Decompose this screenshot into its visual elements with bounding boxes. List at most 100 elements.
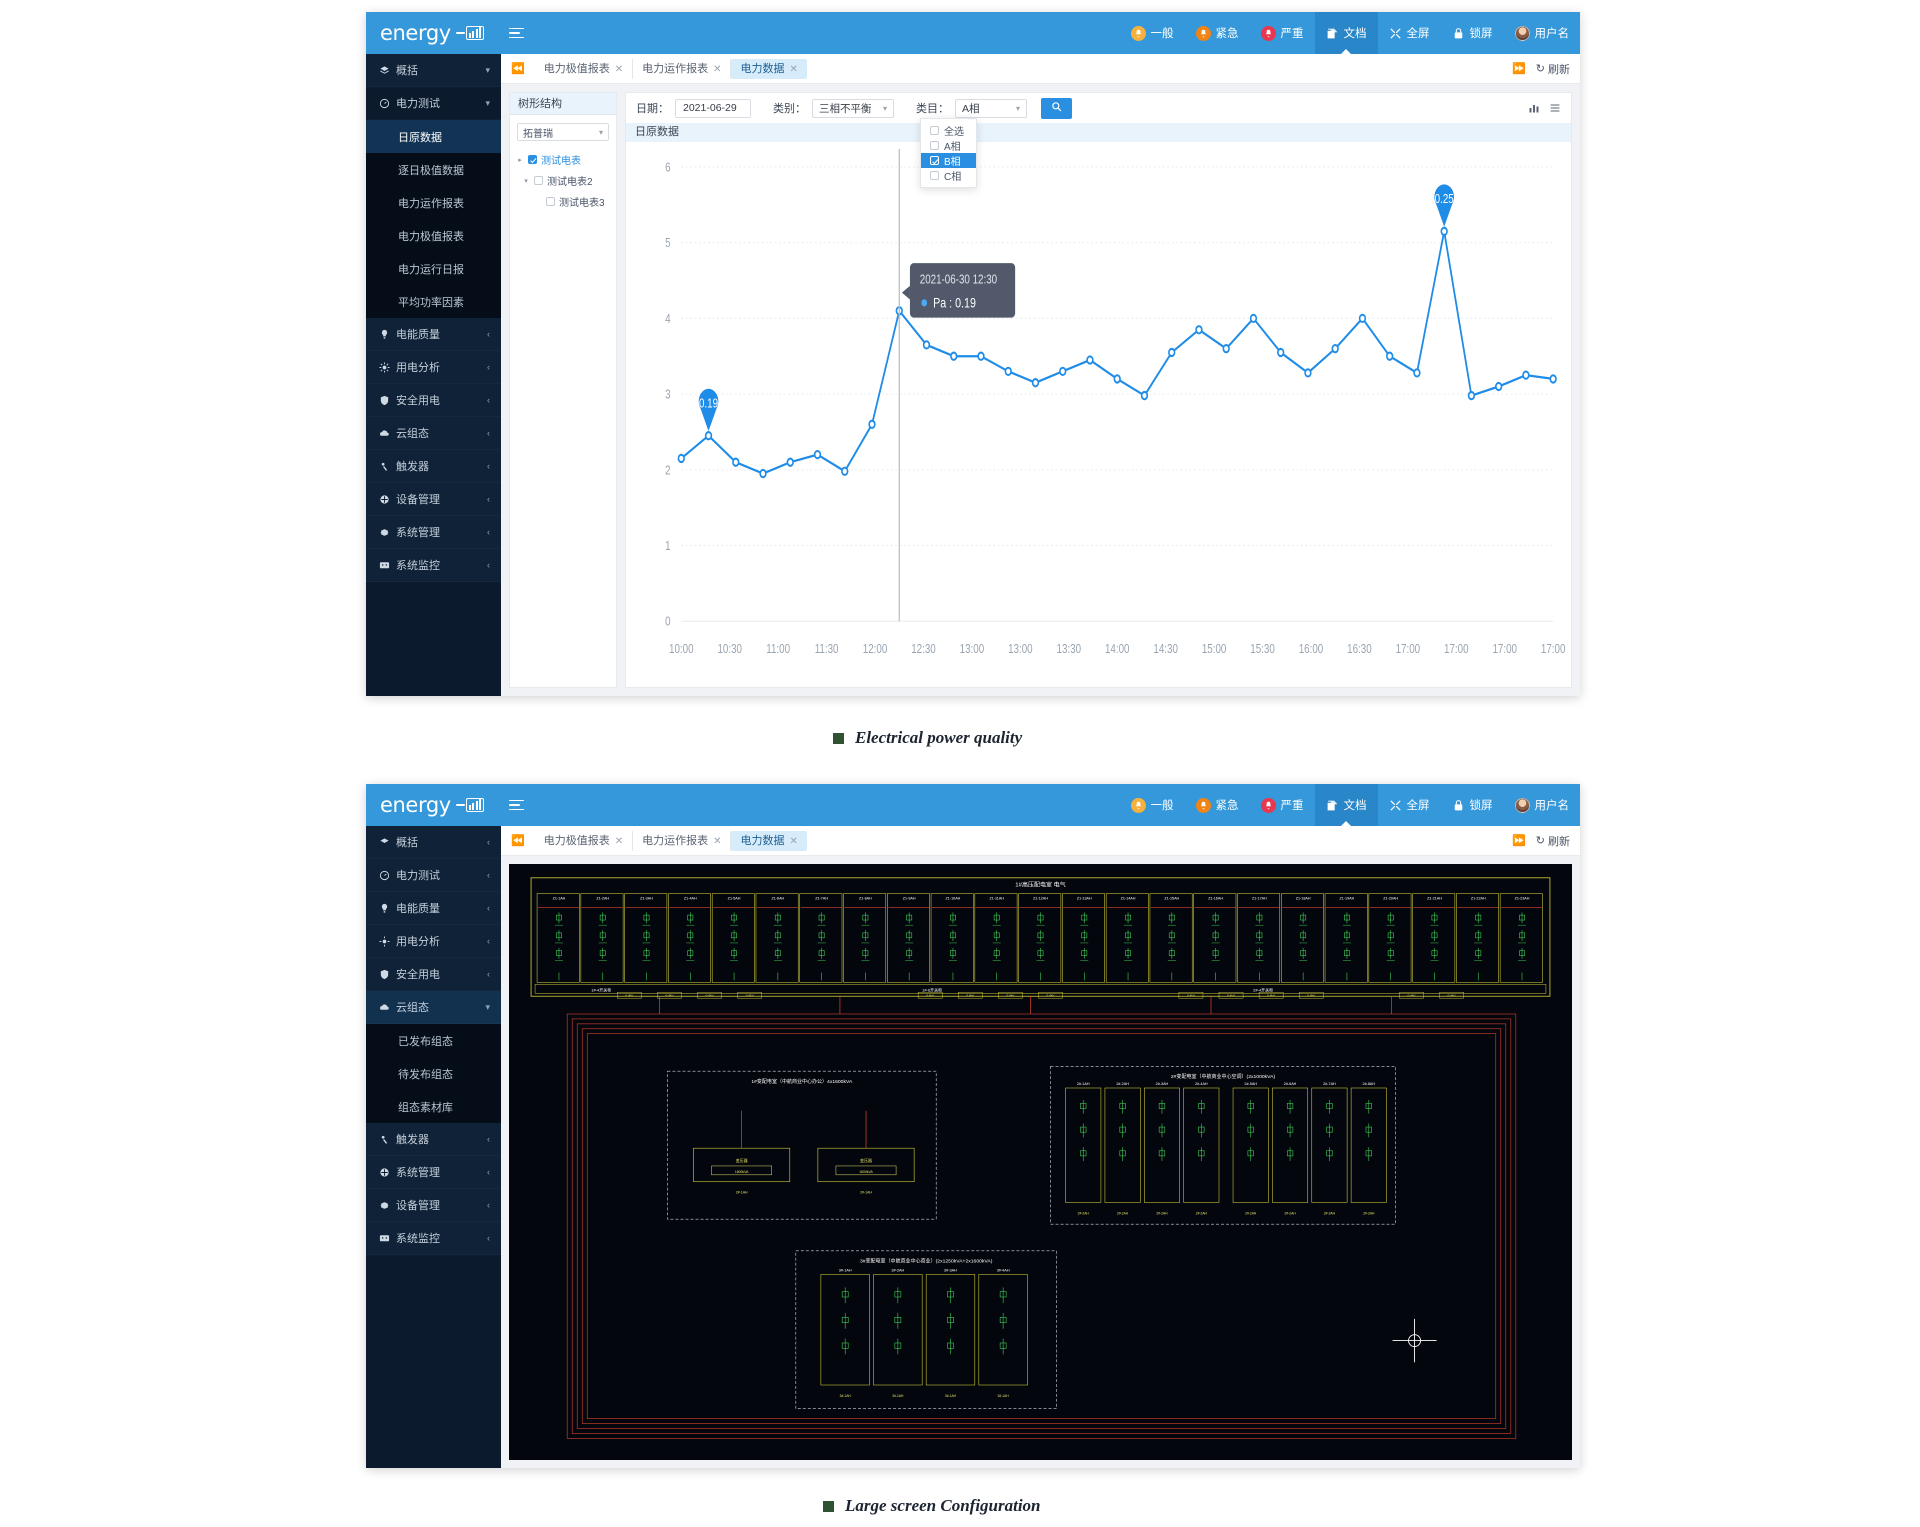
sidebar-subitem-published-config[interactable]: 已发布组态 xyxy=(366,1024,501,1057)
svg-text:Z1-22AH: Z1-22AH xyxy=(1471,897,1486,901)
nav-alert-urgent[interactable]: 紧急 xyxy=(1185,784,1250,826)
sidebar-item-power-test[interactable]: 电力测试 ‹ xyxy=(366,859,501,892)
close-icon[interactable]: ✕ xyxy=(789,836,797,847)
nav-user[interactable]: 用户名 xyxy=(1504,784,1581,826)
search-button[interactable] xyxy=(1041,97,1072,119)
dropdown-option-all[interactable]: 全选 xyxy=(921,123,976,138)
nav-alert-normal[interactable]: 一般 xyxy=(1120,784,1185,826)
refresh-button[interactable]: ↻ 刷新 xyxy=(1536,61,1570,77)
nav-alert-urgent[interactable]: 紧急 xyxy=(1185,12,1250,54)
close-icon[interactable]: ✕ xyxy=(615,836,623,847)
sidebar-subitem-pending-config[interactable]: 待发布组态 xyxy=(366,1057,501,1090)
sidebar-item-cloud-configuration[interactable]: 云组态 ‹ xyxy=(366,417,501,450)
nav-lock-screen[interactable]: 锁屏 xyxy=(1441,12,1504,54)
close-icon[interactable]: ✕ xyxy=(713,64,721,75)
sidebar-item-power-quality[interactable]: 电能质量 ‹ xyxy=(366,892,501,925)
sidebar-item-safe-electricity[interactable]: 安全用电 ‹ xyxy=(366,958,501,991)
date-input[interactable]: 2021-06-29 xyxy=(675,98,751,118)
nav-user-label: 用户名 xyxy=(1534,800,1570,812)
tab-scroll-left-icon[interactable]: ⏪ xyxy=(511,834,525,847)
sidebar-item-system-management[interactable]: 系统管理 ‹ xyxy=(366,1156,501,1189)
sidebar-item-usage-analysis[interactable]: 用电分析 ‹ xyxy=(366,925,501,958)
brand-logo: energy xyxy=(366,784,501,826)
sidebar-item-device-management[interactable]: 设备管理 ‹ xyxy=(366,483,501,516)
app-window-power-data: energy 一般 紧急 严重 文档 全屏 锁屏 用户名 概括 ▾ 电力测试 ▾… xyxy=(366,12,1580,696)
sidebar-subitem-daily-operation-log[interactable]: 电力运行日报 xyxy=(366,252,501,285)
sidebar-subitem-operation-report[interactable]: 电力运作报表 xyxy=(366,186,501,219)
sidebar-item-overview[interactable]: 概括 ▾ xyxy=(366,54,501,87)
sidebar-item-usage-analysis[interactable]: 用电分析 ‹ xyxy=(366,351,501,384)
nav-documents[interactable]: 文档 xyxy=(1314,12,1378,54)
menu-toggle-button[interactable] xyxy=(501,27,539,39)
bar-chart-icon[interactable] xyxy=(1528,102,1540,114)
sidebar-item-overview[interactable]: 概括 ‹ xyxy=(366,826,501,859)
tab-scroll-right-icon[interactable]: ⏩ xyxy=(1512,62,1526,75)
close-icon[interactable]: ✕ xyxy=(713,836,721,847)
tab-power-data[interactable]: 电力数据 ✕ xyxy=(731,58,807,79)
sld-diagram-canvas[interactable]: 1#高压配电室 电气 Z1-1AH Z1-2AH Z1-3AH Z1-4AH Z1-5AH… xyxy=(509,864,1572,1460)
close-icon[interactable]: ✕ xyxy=(789,64,797,75)
nav-fullscreen[interactable]: 全屏 xyxy=(1378,784,1441,826)
sidebar-item-device-management[interactable]: 设备管理 ‹ xyxy=(366,1189,501,1222)
sidebar-subitem-power-factor[interactable]: 平均功率因素 xyxy=(366,285,501,318)
sidebar-subitem-daily-raw-data[interactable]: 日原数据 xyxy=(366,120,501,153)
dropdown-option-phase-c[interactable]: C相 xyxy=(921,168,976,183)
checkbox[interactable] xyxy=(534,176,543,185)
menu-toggle-button[interactable] xyxy=(501,799,539,811)
nav-alert-normal[interactable]: 一般 xyxy=(1120,12,1185,54)
list-icon[interactable] xyxy=(1549,102,1561,114)
sidebar-item-trigger[interactable]: 触发器 ‹ xyxy=(366,450,501,483)
checkbox[interactable] xyxy=(930,156,939,165)
close-icon[interactable]: ✕ xyxy=(615,64,623,75)
dropdown-option-phase-a[interactable]: A相 xyxy=(921,138,976,153)
checkbox[interactable] xyxy=(930,171,939,180)
tab-operation-report[interactable]: 电力运作报表 ✕ xyxy=(633,830,732,851)
sidebar-subitem-config-asset-library[interactable]: 组态素材库 xyxy=(366,1090,501,1123)
tree-node-meter-3[interactable]: 测试电表3 xyxy=(510,191,616,212)
collapse-arrow-icon[interactable]: ▾ xyxy=(522,177,530,185)
nav-alert-severe[interactable]: 严重 xyxy=(1250,784,1315,826)
date-filter-label: 日期： xyxy=(636,103,669,115)
item-select[interactable]: A相 ▾ xyxy=(955,98,1027,118)
svg-text:17:00: 17:00 xyxy=(1444,643,1469,656)
sidebar-item-system-monitor[interactable]: 系统监控 ‹ xyxy=(366,549,501,582)
nav-fullscreen[interactable]: 全屏 xyxy=(1378,12,1441,54)
chart-panel-title: 日原数据 xyxy=(626,123,1571,142)
sidebar-item-power-test[interactable]: 电力测试 ▾ xyxy=(366,87,501,120)
category-select[interactable]: 三相不平衡 ▾ xyxy=(812,98,894,118)
svg-text:1#高压配电室 电气: 1#高压配电室 电气 xyxy=(1015,881,1065,889)
phase-dropdown-menu[interactable]: 全选 A相 B相 C相 xyxy=(920,118,977,188)
sidebar-item-trigger[interactable]: 触发器 ‹ xyxy=(366,1123,501,1156)
tab-scroll-right-icon[interactable]: ⏩ xyxy=(1512,834,1526,847)
checkbox[interactable] xyxy=(930,141,939,150)
tab-power-data[interactable]: 电力数据 ✕ xyxy=(731,830,807,851)
nav-documents[interactable]: 文档 xyxy=(1314,784,1378,826)
tab-operation-report[interactable]: 电力运作报表 ✕ xyxy=(633,58,732,79)
sidebar-subitem-extreme-report[interactable]: 电力极值报表 xyxy=(366,219,501,252)
sidebar-item-system-management[interactable]: 系统管理 ‹ xyxy=(366,516,501,549)
sidebar-item-power-quality[interactable]: 电能质量 ‹ xyxy=(366,318,501,351)
tree-source-select[interactable]: 拓普瑞 ▾ xyxy=(517,123,609,141)
refresh-button[interactable]: ↻ 刷新 xyxy=(1536,833,1570,849)
tab-scroll-left-icon[interactable]: ⏪ xyxy=(511,62,525,75)
checkbox[interactable] xyxy=(546,197,555,206)
nav-alert-severe[interactable]: 严重 xyxy=(1250,12,1315,54)
tab-extreme-report[interactable]: 电力极值报表 ✕ xyxy=(535,58,634,79)
sidebar-navigation: 概括 ‹ 电力测试 ‹ 电能质量 ‹ 用电分析 ‹ 安全用电 ‹ 云组态 ▾ 已… xyxy=(366,826,501,1468)
chevron-left-icon: ‹ xyxy=(487,328,490,339)
sidebar-subitem-daily-extreme-data[interactable]: 逐日极值数据 xyxy=(366,153,501,186)
tree-node-meter-1[interactable]: ▸ 测试电表 xyxy=(510,149,616,170)
sidebar-item-cloud-configuration[interactable]: 云组态 ▾ xyxy=(366,991,501,1024)
tab-extreme-report[interactable]: 电力极值报表 ✕ xyxy=(535,830,634,851)
dropdown-option-phase-b[interactable]: B相 xyxy=(921,153,976,168)
checkbox[interactable] xyxy=(528,155,537,164)
nav-lock-screen[interactable]: 锁屏 xyxy=(1441,784,1504,826)
checkbox[interactable] xyxy=(930,126,939,135)
expand-arrow-icon[interactable]: ▸ xyxy=(516,156,524,164)
chevron-left-icon: ‹ xyxy=(487,1166,490,1177)
nav-user[interactable]: 用户名 xyxy=(1504,12,1581,54)
sidebar-item-system-monitor[interactable]: 系统监控 ‹ xyxy=(366,1222,501,1255)
svg-text:14:30: 14:30 xyxy=(1153,643,1178,656)
tree-node-meter-2[interactable]: ▾ 测试电表2 xyxy=(510,170,616,191)
sidebar-item-safe-electricity[interactable]: 安全用电 ‹ xyxy=(366,384,501,417)
